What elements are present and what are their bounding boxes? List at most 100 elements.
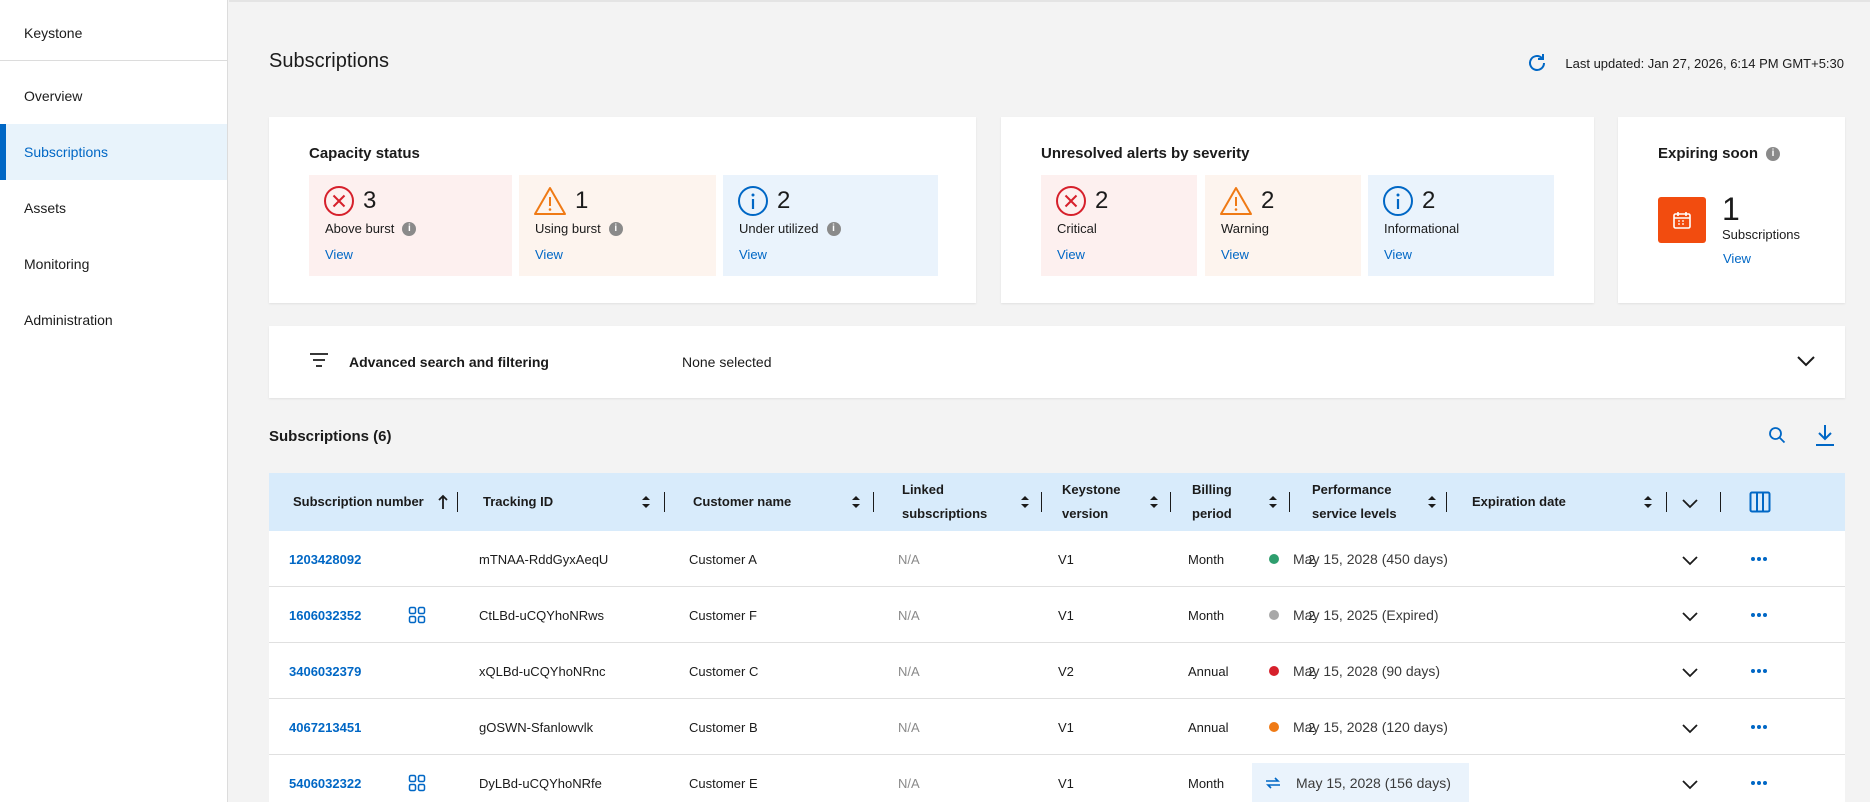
sidebar: Keystone Overview Subscriptions Assets M… <box>0 0 228 802</box>
last-updated: Last updated: Jan 27, 2026, 6:14 PM GMT+… <box>1523 51 1844 75</box>
more-options-icon[interactable] <box>1750 780 1768 786</box>
sidebar-item-monitoring[interactable]: Monitoring <box>0 236 227 292</box>
col-customer-name[interactable]: Customer name <box>693 473 791 531</box>
sidebar-item-overview[interactable]: Overview <box>0 68 227 124</box>
linked-subscription-icon[interactable] <box>408 606 426 624</box>
informational-view-link[interactable]: View <box>1384 247 1412 262</box>
subscription-number-link[interactable]: 4067213451 <box>289 720 361 735</box>
status-dot-icon <box>1269 610 1279 620</box>
table-row[interactable]: 4067213451 gOSWN-Sfanlowvlk Customer B N… <box>269 699 1845 755</box>
sort-icon[interactable] <box>1427 494 1437 510</box>
calendar-icon-box <box>1658 197 1706 243</box>
chevron-down-icon[interactable] <box>1681 610 1699 622</box>
table-row[interactable]: 5406032322 DyLBd-uCQYhoNRfe Customer E N… <box>269 755 1845 802</box>
more-options-icon[interactable] <box>1750 724 1768 730</box>
subscription-number-link[interactable]: 1606032352 <box>289 608 361 623</box>
col-billing-period[interactable]: Billing period <box>1192 473 1232 531</box>
customer-name-cell: Customer B <box>689 719 758 735</box>
renew-icon <box>1266 777 1280 789</box>
expiration-text: May 15, 2028 (450 days) <box>1293 551 1448 567</box>
chevron-down-icon[interactable] <box>1681 497 1699 509</box>
tracking-id-cell: CtLBd-uCQYhoNRws <box>479 607 604 623</box>
col-subscription-number[interactable]: Subscription number <box>293 473 424 531</box>
error-circle-icon <box>1056 186 1086 216</box>
col-label: Expiration date <box>1472 494 1566 509</box>
advanced-filter-bar[interactable]: Advanced search and filtering None selec… <box>269 326 1845 398</box>
sort-icon[interactable] <box>851 494 861 510</box>
subscription-number-link[interactable]: 1203428092 <box>289 552 361 567</box>
column-divider[interactable] <box>1666 492 1667 512</box>
subscription-number-link[interactable]: 3406032379 <box>289 664 361 679</box>
informational-label: Informational <box>1384 221 1460 236</box>
expiration-text: May 15, 2028 (90 days) <box>1293 663 1441 679</box>
chevron-down-icon[interactable] <box>1795 350 1817 372</box>
linked-subscriptions-cell: N/A <box>898 775 920 791</box>
col-performance-service-levels[interactable]: Performance service levels <box>1312 473 1397 531</box>
sidebar-item-administration[interactable]: Administration <box>0 292 227 348</box>
chevron-down-icon[interactable] <box>1681 554 1699 566</box>
chevron-down-icon[interactable] <box>1681 778 1699 790</box>
using-burst-view-link[interactable]: View <box>535 247 563 262</box>
col-label: period <box>1192 506 1232 521</box>
table-row[interactable]: 3406032379 xQLBd-uCQYhoNRnc Customer C N… <box>269 643 1845 699</box>
column-divider[interactable] <box>664 492 665 512</box>
subscription-number-link[interactable]: 5406032322 <box>289 776 361 791</box>
col-label: subscriptions <box>902 506 988 521</box>
warning-view-link[interactable]: View <box>1221 247 1249 262</box>
billing-period-cell: Month <box>1188 775 1225 791</box>
download-icon[interactable] <box>1813 423 1837 447</box>
col-label: version <box>1062 506 1109 521</box>
critical-view-link[interactable]: View <box>1057 247 1085 262</box>
under-utilized-view-link[interactable]: View <box>739 247 767 262</box>
chevron-down-icon[interactable] <box>1681 666 1699 678</box>
col-label: Tracking ID <box>483 494 554 509</box>
sort-icon[interactable] <box>1268 494 1278 510</box>
info-circle-icon <box>1383 186 1413 216</box>
info-icon[interactable]: i <box>826 221 841 236</box>
sort-icon[interactable] <box>641 494 651 510</box>
search-icon[interactable] <box>1768 426 1786 444</box>
table-row[interactable]: 1606032352 CtLBd-uCQYhoNRws Customer F N… <box>269 587 1845 643</box>
column-divider[interactable] <box>873 492 874 512</box>
sort-ascending-icon[interactable] <box>438 494 448 510</box>
expiring-view-link[interactable]: View <box>1723 251 1751 266</box>
warning-tile: 2 Warning View <box>1205 175 1361 276</box>
column-divider[interactable] <box>1289 492 1290 512</box>
sort-icon[interactable] <box>1149 494 1159 510</box>
more-options-icon[interactable] <box>1750 612 1768 618</box>
billing-period-cell: Annual <box>1188 719 1229 735</box>
info-icon[interactable]: i <box>608 221 623 236</box>
info-icon[interactable]: i <box>402 221 417 236</box>
keystone-version-cell: V1 <box>1058 551 1074 567</box>
column-divider[interactable] <box>1720 492 1721 512</box>
chevron-down-icon[interactable] <box>1681 722 1699 734</box>
informational-count: 2 <box>1422 187 1436 214</box>
sort-icon[interactable] <box>1643 494 1653 510</box>
col-linked-subscriptions[interactable]: Linked subscriptions <box>902 473 987 531</box>
column-settings-icon[interactable] <box>1749 491 1771 513</box>
column-divider[interactable] <box>1041 492 1042 512</box>
col-tracking-id[interactable]: Tracking ID <box>483 473 553 531</box>
table-header: Subscription number Tracking ID Customer… <box>269 473 1845 531</box>
warning-label: Warning <box>1221 221 1269 236</box>
above-burst-view-link[interactable]: View <box>325 247 353 262</box>
above-burst-tile: 3 Above burst i View <box>309 175 512 276</box>
col-expiration-date[interactable]: Expiration date <box>1472 473 1566 531</box>
more-options-icon[interactable] <box>1750 668 1768 674</box>
column-divider[interactable] <box>1170 492 1171 512</box>
column-divider[interactable] <box>1446 492 1447 512</box>
linked-subscription-icon[interactable] <box>408 774 426 792</box>
sidebar-item-assets[interactable]: Assets <box>0 180 227 236</box>
linked-subscriptions-cell: N/A <box>898 719 920 735</box>
col-keystone-version[interactable]: Keystone version <box>1062 473 1121 531</box>
info-icon[interactable]: i <box>1766 146 1781 161</box>
more-options-icon[interactable] <box>1750 556 1768 562</box>
sidebar-item-subscriptions[interactable]: Subscriptions <box>0 124 227 180</box>
main-content: Subscriptions Last updated: Jan 27, 2026… <box>229 0 1870 802</box>
customer-name-cell: Customer E <box>689 775 758 791</box>
column-divider[interactable] <box>457 492 458 512</box>
expiring-count: 1 <box>1722 191 1740 227</box>
table-row[interactable]: 1203428092 mTNAA-RddGyxAeqU Customer A N… <box>269 531 1845 587</box>
sort-icon[interactable] <box>1020 494 1030 510</box>
refresh-icon[interactable] <box>1523 51 1551 75</box>
